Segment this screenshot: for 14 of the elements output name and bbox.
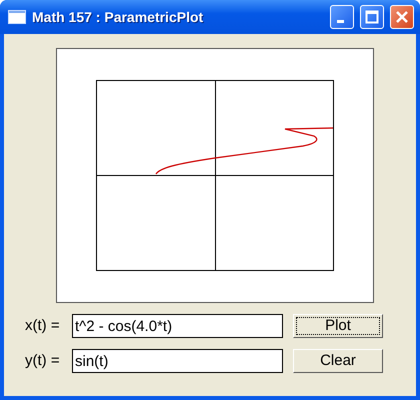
close-button[interactable] (390, 5, 414, 29)
clear-button[interactable]: Clear (293, 349, 383, 373)
close-icon (395, 10, 409, 24)
formula-field[interactable]: sin(t) (72, 349, 283, 373)
window-title: Math 157 : ParametricPlot (32, 8, 204, 26)
field-label: x(t) = (25, 316, 61, 336)
minimize-icon (337, 20, 344, 22)
formula-field[interactable]: t^2 - cos(4.0*t) (72, 314, 283, 338)
maximize-icon (365, 10, 379, 24)
window-icon (8, 10, 26, 24)
minimize-button[interactable] (330, 5, 354, 29)
maximize-button[interactable] (360, 5, 384, 29)
field-label: y(t) = (25, 350, 61, 371)
plot-button[interactable]: Plot (293, 314, 383, 338)
